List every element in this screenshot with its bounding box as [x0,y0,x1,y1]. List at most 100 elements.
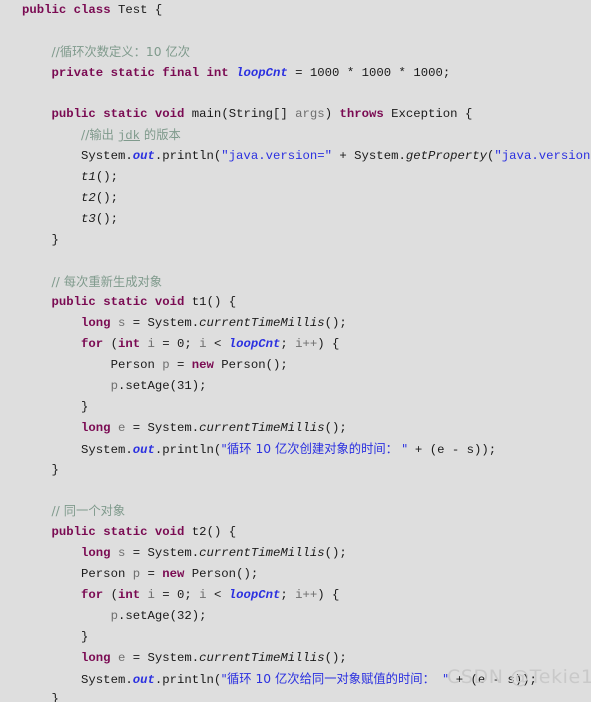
number-literal: 1000 [361,65,392,80]
field-out: out [132,442,155,457]
variable-i: i [147,337,155,352]
code-viewer[interactable]: public class Test { //循环次数定义：10 亿次 priva… [0,0,591,702]
code-line: //循环次数定义：10 亿次 [0,42,591,63]
method-name-main: main [191,107,222,122]
operator-multiply: * [346,65,355,80]
keyword-public: public [51,295,96,310]
method-call-t1: t1 [81,170,96,185]
method-currenttimemillis: currentTimeMillis [199,420,325,435]
code-line: // 同一个对象 [0,501,591,522]
comment-output-jdk: //输出 [81,128,118,143]
code-line: Person p = new Person(); [110,358,288,373]
code-line: long s = System.currentTimeMillis(); [81,546,347,561]
keyword-static: static [103,107,148,122]
variable-e: e [117,420,126,435]
code-line: } [0,627,591,648]
code-line: p.setAge(32); [110,608,207,623]
code-line: p.setAge(31); [110,379,207,394]
code-line: t1(); [81,170,118,185]
keyword-int: int [117,337,141,352]
method-setage: setAge [125,608,170,623]
code-line: long e = System.currentTimeMillis(); [81,420,347,435]
number-literal: 1000 [413,65,443,80]
type-system: System [81,672,126,687]
keyword-int: int [206,65,229,80]
keyword-static: static [110,65,155,80]
code-line: System.out.println("循环 10 亿次给同一对象赋值的时间： … [81,671,537,687]
type-system: System [354,149,399,164]
brace-close: } [81,629,89,644]
type-system: System [147,420,192,435]
type-system: System [81,442,126,457]
type-system: System [147,650,192,665]
constant-loopcnt: loopCnt [228,587,281,602]
keyword-for: for [81,587,104,602]
method-println: println [162,149,214,164]
expression-elapsed: (e - s) [470,672,523,687]
keyword-void: void [154,107,185,122]
code-line: public static void t2() { [51,525,237,540]
keyword-long: long [81,420,111,435]
param-type: String[] [228,107,288,122]
comment-same-object: // 同一个对象 [51,504,126,519]
keyword-public: public [22,3,67,17]
code-line: } [0,689,591,702]
brace-close: } [51,462,59,477]
number-literal: 0 [177,587,185,602]
keyword-long: long [81,546,111,561]
number-literal: 31 [177,379,192,394]
number-literal: 32 [177,608,192,623]
keyword-static: static [103,295,148,310]
keyword-private: private [51,65,104,80]
variable-i: i [199,587,207,602]
keyword-void: void [154,295,185,310]
method-println: println [162,442,214,457]
comment-spellcheck-jdk: jdk [117,129,140,144]
string-literal: "java.version=" [221,149,332,164]
brace-close: } [51,692,59,702]
semicolon: ; [442,65,451,80]
operator-plus: + [339,149,347,164]
variable-e: e [117,650,126,665]
method-call-t2: t2 [81,191,96,206]
method-getproperty: getProperty [405,149,488,164]
keyword-long: long [81,650,111,665]
code-line: System.out.println("java.version=" + Sys… [0,146,591,167]
constant-loopcnt: loopCnt [228,337,281,352]
variable-s: s [117,316,126,331]
type-person: Person [81,567,126,582]
keyword-final: final [162,65,200,80]
constant-loopcnt: loopCnt [236,65,288,80]
code-line: public class Test { [0,0,591,21]
method-name-t2: t2 [191,525,207,540]
type-system: System [147,316,192,331]
operator-assign: = [295,65,303,80]
code-line: // 每次重新生成对象 [0,272,591,293]
string-literal-create-object-time: "循环 10 亿次创建对象的时间： " [221,441,408,456]
code-line: public static void main(String[] args) t… [51,107,473,122]
keyword-static: static [103,525,148,540]
expression-elapsed: (e - s) [429,442,482,457]
constructor-person: Person [191,567,237,582]
code-line: private static final int loopCnt = 1000 … [0,63,591,84]
increment-expression: i++ [295,337,318,352]
exception-type: Exception [391,107,458,122]
code-line: } [0,230,591,251]
code-line: Person p = new Person(); [81,567,259,582]
operator-multiply: * [398,65,406,80]
comment-new-object-each-time: // 每次重新生成对象 [51,274,163,289]
keyword-throws: throws [339,107,384,122]
field-out: out [132,149,155,164]
variable-p: p [132,567,141,582]
string-literal: "java.version" [494,149,591,164]
code-line: for (int i = 0; i < loopCnt; i++) { [81,587,340,602]
string-literal-same-object-time: "循环 10 亿次给同一对象赋值的时间： " [221,671,449,686]
variable-p: p [110,379,118,394]
type-person: Person [110,358,155,373]
increment-expression: i++ [295,587,318,602]
type-system: System [147,546,192,561]
